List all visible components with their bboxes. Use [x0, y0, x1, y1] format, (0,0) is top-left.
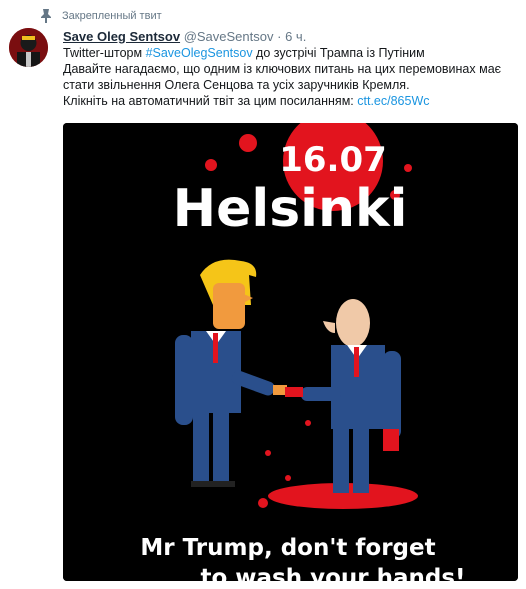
poster-caption-line2: to wash your hands!	[200, 565, 465, 581]
tweet-card[interactable]: Закрепленный твит Save Oleg Sentsov @Sav…	[0, 0, 526, 589]
poster-graphic: 16.07 Helsinki Mr Trump, don't forget to…	[63, 123, 518, 581]
pin-icon	[41, 9, 51, 23]
tweet-line-4: Клікніть на автоматичний твіт за цим пос…	[63, 93, 518, 109]
pinned-label: Закрепленный твит	[62, 10, 162, 22]
tweet-text: Twitter-шторм #SaveOlegSentsov до зустрі…	[63, 45, 518, 109]
tweet-line-2: Давайте нагадаємо, що одним із ключових …	[63, 62, 502, 76]
short-link[interactable]: ctt.ec/865Wc	[357, 94, 429, 108]
tweet-media-image[interactable]: 16.07 Helsinki Mr Trump, don't forget to…	[63, 123, 518, 581]
pinned-indicator: Закрепленный твит	[40, 8, 162, 24]
tweet-timestamp[interactable]: 6 ч.	[285, 29, 306, 44]
tweet-line-1: Twitter-шторм #SaveOlegSentsov до зустрі…	[63, 45, 518, 61]
avatar[interactable]	[9, 28, 48, 67]
poster-caption-line1: Mr Trump, don't forget	[140, 535, 435, 561]
poster-date: 16.07	[279, 140, 387, 180]
author-handle[interactable]: @SaveSentsov	[184, 29, 274, 44]
line1-suffix: до зустрічі Трампа із Путіним	[252, 46, 425, 60]
hashtag-link[interactable]: #SaveOlegSentsov	[146, 46, 253, 60]
tweet-line-3: стати звільнення Олега Сенцова та усіх з…	[63, 78, 410, 92]
author-name[interactable]: Save Oleg Sentsov	[63, 29, 180, 44]
separator-dot: ·	[277, 29, 282, 44]
line1-prefix: Twitter-шторм	[63, 46, 146, 60]
line4-prefix: Клікніть на автоматичний твіт за цим пос…	[63, 94, 358, 108]
tweet-header: Save Oleg Sentsov @SaveSentsov · 6 ч.	[63, 28, 306, 45]
avatar-image	[9, 28, 48, 67]
poster-city: Helsinki	[173, 179, 408, 239]
